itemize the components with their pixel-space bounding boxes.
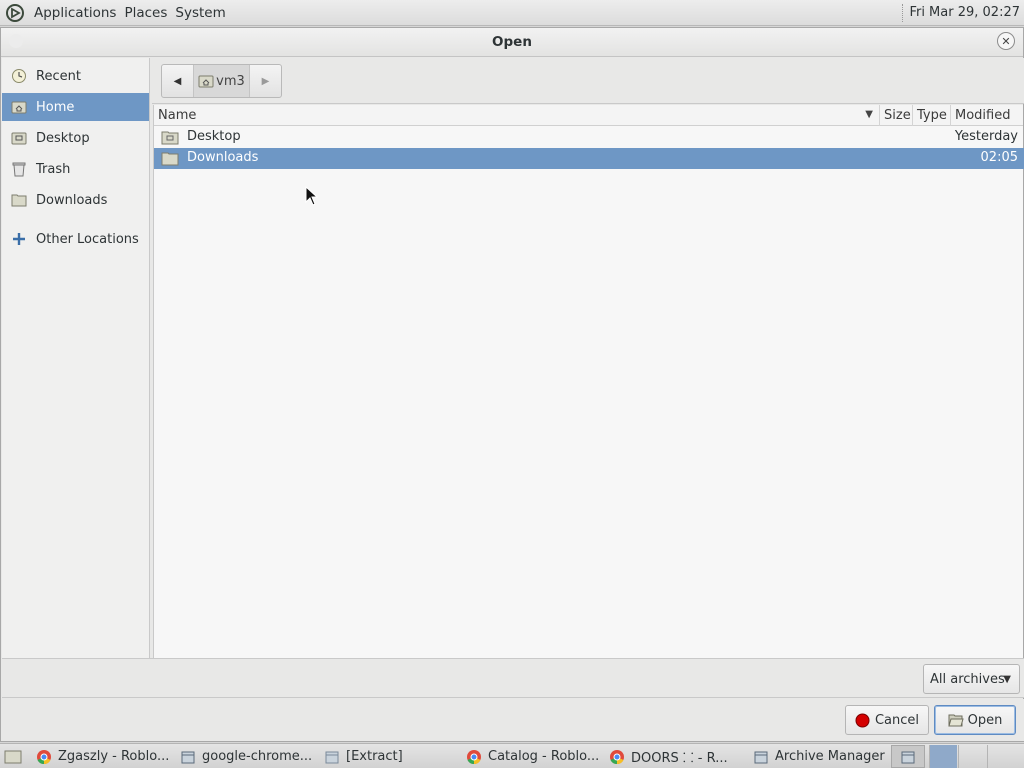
window-menu-icon[interactable] — [9, 34, 23, 48]
open-folder-icon — [947, 712, 964, 728]
sort-arrow-icon: ▼ — [865, 109, 873, 120]
task-label: [Extract] — [346, 749, 403, 764]
menu-system[interactable]: System — [171, 5, 229, 21]
sidebar-item-downloads[interactable]: Downloads — [2, 186, 149, 214]
mouse-pointer-icon — [305, 186, 319, 206]
open-dialog: Open ✕ Recent Home Desktop Trash Downloa… — [0, 27, 1024, 742]
stop-icon — [855, 712, 871, 728]
clock-icon — [10, 67, 28, 85]
task-extract[interactable]: [Extract] — [320, 745, 460, 768]
task-chrome-doors[interactable]: DOORS ⸬ - R... — [605, 745, 747, 768]
clock[interactable]: Fri Mar 29, 02:27 — [909, 5, 1024, 20]
sidebar-item-home[interactable]: Home — [2, 93, 149, 121]
column-modified-label: Modified — [955, 108, 1011, 123]
task-label: Zgaszly - Roblo... — [58, 749, 170, 764]
task-archive-manager[interactable]: Archive Manager — [749, 745, 889, 768]
desktop-folder-icon — [161, 129, 179, 145]
sidebar-item-other-locations[interactable]: Other Locations — [2, 225, 149, 253]
back-arrow-icon[interactable]: ◀ — [162, 65, 194, 97]
file-row-desktop[interactable]: Desktop Yesterday — [154, 127, 1024, 148]
folder-icon — [10, 191, 28, 209]
breadcrumb-home[interactable]: vm3 — [194, 65, 249, 97]
path-bar-group: ◀ vm3 ▶ — [161, 64, 282, 98]
archive-manager-icon — [900, 749, 916, 765]
dialog-title: Open — [492, 34, 532, 50]
archive-manager-icon — [753, 749, 769, 765]
folder-icon — [161, 150, 179, 166]
workspace-1[interactable] — [929, 745, 957, 768]
file-type-filter-select[interactable]: All archives ▼ — [923, 664, 1020, 694]
file-row-downloads[interactable]: Downloads 02:05 — [154, 148, 1024, 169]
distro-logo-icon[interactable] — [4, 2, 26, 24]
file-list[interactable]: Name ▼ Size Type Modified Desktop Yester… — [153, 105, 1024, 658]
workspace-3[interactable] — [987, 745, 1024, 768]
task-label: google-chrome... — [202, 749, 313, 764]
column-type[interactable]: Type — [913, 105, 951, 126]
sidebar-item-desktop[interactable]: Desktop — [2, 124, 149, 152]
chrome-icon — [36, 749, 52, 765]
archive-manager-icon — [180, 749, 196, 765]
open-label: Open — [967, 712, 1003, 728]
sidebar-item-label: Downloads — [36, 192, 108, 208]
chrome-icon — [466, 749, 482, 765]
column-name[interactable]: Name ▼ — [154, 105, 880, 126]
cancel-label: Cancel — [874, 712, 920, 728]
task-google-chrome[interactable]: google-chrome... — [176, 745, 320, 768]
sidebar-item-label: Home — [36, 99, 75, 115]
task-chrome-roblox-1[interactable]: Zgaszly - Roblo... — [32, 745, 176, 768]
file-name: Downloads — [187, 150, 259, 165]
sidebar-item-label: Trash — [36, 161, 71, 177]
filter-selected-value: All archives — [930, 671, 1005, 687]
column-size[interactable]: Size — [880, 105, 913, 126]
desktop-folder-icon — [10, 129, 28, 147]
column-modified[interactable]: Modified — [951, 105, 1024, 126]
plus-icon — [10, 230, 28, 248]
dialog-titlebar[interactable]: Open ✕ — [1, 28, 1023, 57]
close-icon[interactable]: ✕ — [997, 32, 1015, 50]
home-folder-icon — [198, 73, 214, 89]
sidebar-item-label: Recent — [36, 68, 81, 84]
sidebar-item-trash[interactable]: Trash — [2, 155, 149, 183]
task-label: Catalog - Roblo... — [488, 749, 600, 764]
sidebar-item-label: Desktop — [36, 130, 90, 146]
file-modified: Yesterday — [954, 129, 1018, 144]
action-bar: Cancel Open — [2, 699, 1024, 741]
column-header: Name ▼ Size Type Modified — [154, 105, 1023, 126]
task-chrome-catalog[interactable]: Catalog - Roblo... — [462, 745, 606, 768]
column-type-label: Type — [917, 108, 947, 123]
filter-bar: All archives ▼ — [2, 658, 1024, 698]
breadcrumb-label: vm3 — [216, 73, 245, 89]
top-panel: Applications Places System Fri Mar 29, 0… — [0, 0, 1024, 26]
menu-places[interactable]: Places — [120, 5, 171, 21]
taskbar: Zgaszly - Roblo... google-chrome... [Ext… — [0, 743, 1024, 768]
show-desktop-icon[interactable] — [0, 745, 28, 768]
menu-applications[interactable]: Applications — [30, 5, 120, 21]
forward-arrow-icon[interactable]: ▶ — [249, 65, 281, 97]
trash-icon — [10, 160, 28, 178]
home-folder-icon — [10, 98, 28, 116]
file-name: Desktop — [187, 129, 241, 144]
cancel-button[interactable]: Cancel — [845, 705, 929, 735]
open-button[interactable]: Open — [934, 705, 1016, 735]
file-modified: 02:05 — [980, 150, 1018, 165]
task-label: DOORS ⸬ - R... — [631, 750, 728, 766]
sidebar-item-label: Other Locations — [36, 231, 139, 247]
places-sidebar: Recent Home Desktop Trash Downloads Othe… — [2, 58, 150, 658]
chevron-down-icon: ▼ — [1003, 674, 1011, 685]
column-name-label: Name — [158, 108, 197, 123]
sidebar-item-recent[interactable]: Recent — [2, 62, 149, 90]
path-bar: ◀ vm3 ▶ — [152, 58, 1024, 104]
panel-separator — [902, 3, 904, 22]
archive-manager-icon — [324, 749, 340, 765]
column-size-label: Size — [884, 108, 911, 123]
workspace-2[interactable] — [958, 745, 986, 768]
chrome-icon — [609, 749, 625, 765]
task-label: Archive Manager — [775, 749, 885, 764]
task-open-dialog[interactable] — [891, 745, 925, 768]
